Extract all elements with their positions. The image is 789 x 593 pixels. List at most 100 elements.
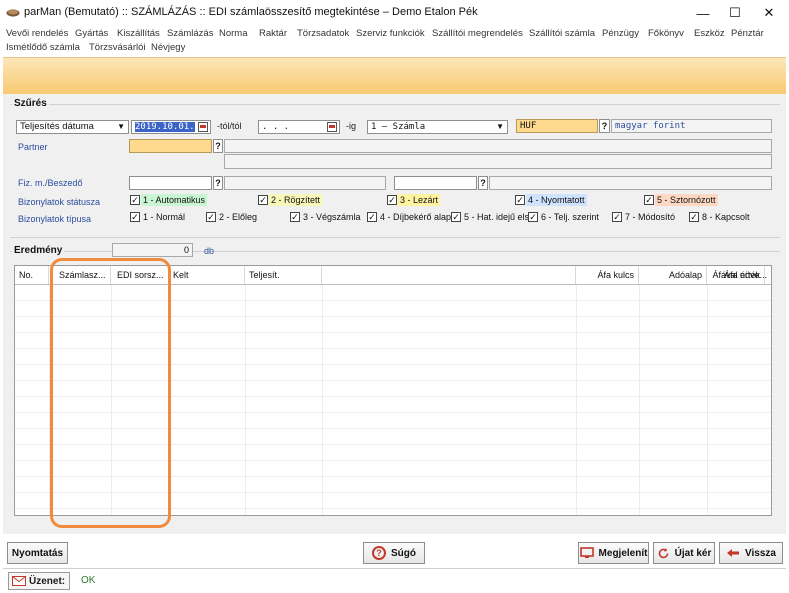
help-button[interactable]: ? Súgó [363, 542, 425, 564]
currency-code-field[interactable]: HUF [516, 119, 598, 133]
type-7-label: 7 - Módosító [625, 212, 676, 222]
collector-name-field [489, 176, 772, 190]
status-3-label: 3 - Lezárt [398, 194, 441, 206]
status-1-label: 1 - Automatikus [141, 194, 208, 206]
menu-penztar[interactable]: Pénztár [731, 28, 764, 39]
payment-name-field [224, 176, 386, 190]
collector-field[interactable] [394, 176, 477, 190]
type-6-checkbox[interactable]: ✓ [528, 212, 538, 222]
column-header-vat-rate[interactable]: Áfa kulcs [576, 266, 639, 284]
menu-szamlazas[interactable]: Számlázás [167, 28, 213, 39]
type-2-checkbox[interactable]: ✓ [206, 212, 216, 222]
type-3-label: 3 - Végszámla [303, 212, 361, 222]
column-header-fulfilment[interactable]: Teljesít. [245, 266, 322, 284]
status-2-checkbox[interactable]: ✓ [258, 195, 268, 205]
grid-divider [576, 284, 577, 515]
minimize-button[interactable]: — [686, 0, 720, 26]
column-header-tax-base[interactable]: Adóalap [639, 266, 707, 284]
back-button[interactable]: Vissza [719, 542, 783, 564]
maximize-button[interactable]: ☐ [718, 0, 752, 26]
menu-szallitoi-megrendeles[interactable]: Szállítói megrendelés [432, 28, 523, 39]
status-5-checkbox[interactable]: ✓ [644, 195, 654, 205]
currency-lookup-button[interactable]: ? [599, 119, 610, 133]
new-query-button[interactable]: Újat kér [653, 542, 715, 564]
doc-type-value: 1 – Számla [371, 122, 426, 132]
close-button[interactable]: ✕ [752, 0, 786, 26]
collector-lookup-button[interactable]: ? [478, 176, 488, 190]
monitor-icon [579, 547, 594, 558]
date-from-value: 2019.10.01. [135, 122, 195, 132]
status-5-label: 5 - Sztornózott [655, 194, 718, 206]
column-header-issue-date[interactable]: Kelt [169, 266, 245, 284]
chevron-down-icon: ▼ [117, 122, 125, 131]
status-2-label: 2 - Rögzített [269, 194, 323, 206]
app-logo-icon [6, 9, 20, 17]
column-header-gross[interactable]: Áfával növe... [705, 266, 771, 284]
type-8-checkbox[interactable]: ✓ [689, 212, 699, 222]
status-4-label: 4 - Nyomtatott [526, 194, 587, 206]
column-highlight-annotation [50, 258, 171, 528]
status-1-checkbox[interactable]: ✓ [130, 195, 140, 205]
type-5-checkbox[interactable]: ✓ [451, 212, 461, 222]
type-1-checkbox[interactable]: ✓ [130, 212, 140, 222]
type-8-label: 8 - Kapcsolt [702, 212, 750, 222]
result-count-field: 0 [112, 243, 193, 257]
type-7-checkbox[interactable]: ✓ [612, 212, 622, 222]
partner-label: Partner [18, 142, 48, 152]
menu-norma[interactable]: Norma [219, 28, 248, 39]
status-3-checkbox[interactable]: ✓ [387, 195, 397, 205]
type-4-checkbox[interactable]: ✓ [367, 212, 377, 222]
type-5-label: 5 - Hat. idejű elsz [464, 212, 531, 222]
new-query-button-label: Újat kér [674, 547, 712, 559]
date-to-field[interactable]: . . . [258, 120, 340, 134]
type-2-label: 2 - Előleg [219, 212, 258, 222]
status-label: Bizonylatok státusza [18, 197, 101, 207]
type-label: Bizonylatok típusa [18, 214, 92, 224]
help-button-label: Súgó [391, 547, 416, 559]
payment-field[interactable] [129, 176, 212, 190]
filter-legend: Szűrés [12, 98, 49, 109]
partner-field[interactable] [129, 139, 212, 153]
show-button-label: Megjelenít [598, 547, 648, 559]
doc-type-select[interactable]: 1 – Számla ▼ [367, 120, 508, 134]
window-title: parMan (Bemutató) :: SZÁMLÁZÁS :: EDI sz… [24, 6, 478, 18]
menu-gyartas[interactable]: Gyártás [75, 28, 108, 39]
grid-divider [707, 284, 708, 515]
date-to-value: . . . [262, 122, 290, 132]
partner-lookup-button[interactable]: ? [213, 139, 223, 153]
menu-szallitoi-szamla[interactable]: Szállítói számla [529, 28, 595, 39]
status-4-checkbox[interactable]: ✓ [515, 195, 525, 205]
print-button[interactable]: Nyomtatás [7, 542, 68, 564]
status-bar: Üzenet: OK [3, 568, 786, 593]
date-from-field[interactable]: 2019.10.01. [131, 120, 211, 134]
column-header-blank[interactable] [322, 266, 576, 284]
grid-divider [245, 284, 246, 515]
show-button[interactable]: Megjelenít [578, 542, 649, 564]
menu-vevoi-rendeles[interactable]: Vevői rendelés [6, 28, 68, 39]
payment-lookup-button[interactable]: ? [213, 176, 223, 190]
menu-nevjegy[interactable]: Névjegy [151, 42, 185, 53]
menu-raktar[interactable]: Raktár [259, 28, 287, 39]
date-type-select[interactable]: Teljesítés dátuma ▼ [16, 120, 129, 134]
message-label: Üzenet: [29, 575, 66, 587]
menu-eszkoz[interactable]: Eszköz [694, 28, 725, 39]
filter-group-bottom-line [10, 237, 780, 238]
result-unit-label: db [204, 246, 215, 256]
calendar-icon[interactable] [327, 122, 337, 132]
envelope-icon [12, 576, 26, 586]
menu-fokonyv[interactable]: Főkönyv [648, 28, 684, 39]
calendar-icon[interactable] [198, 122, 208, 132]
menu-ismetlodo-szamla[interactable]: Ismétlődő számla [6, 42, 80, 53]
title-bar: parMan (Bemutató) :: SZÁMLÁZÁS :: EDI sz… [0, 0, 789, 26]
status-message: OK [81, 575, 96, 586]
menu-torzsadatok[interactable]: Törzsadatok [297, 28, 349, 39]
date-type-value: Teljesítés dátuma [20, 121, 94, 132]
grid-divider [322, 284, 323, 515]
menu-kiszallitas[interactable]: Kiszállítás [117, 28, 160, 39]
column-header-no[interactable]: No. [15, 266, 49, 284]
menu-torzsvasarloi[interactable]: Törzsvásárlói [89, 42, 146, 53]
menu-penzugy[interactable]: Pénzügy [602, 28, 639, 39]
currency-name-field: magyar forint [611, 119, 772, 133]
menu-szerviz-funkciok[interactable]: Szerviz funkciók [356, 28, 425, 39]
type-3-checkbox[interactable]: ✓ [290, 212, 300, 222]
